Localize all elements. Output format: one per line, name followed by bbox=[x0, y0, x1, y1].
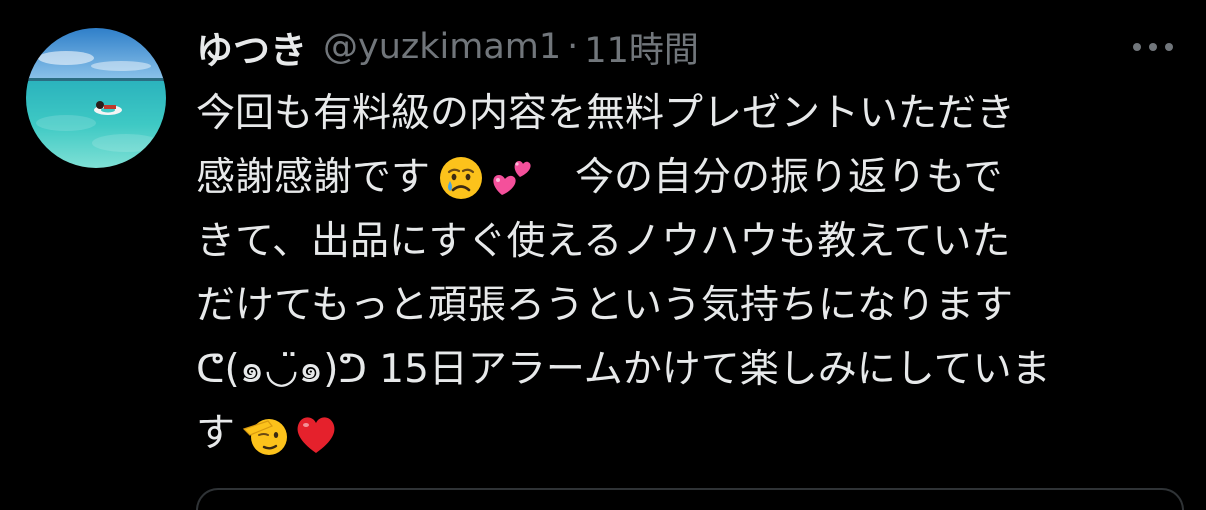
text-line-content: ᕦ(๑◡̈๑)ᕤ 15日アラームかけて楽しみにしていま bbox=[196, 347, 1051, 392]
text-line: ᕦ(๑◡̈๑)ᕤ 15日アラームかけて楽しみにしていま bbox=[196, 338, 1180, 402]
text-line-content: 今の自分の振り返りもで bbox=[536, 155, 1003, 200]
tweet-header: ゆつき @yuzkimam1 · 11時間 bbox=[196, 22, 699, 72]
text-line-content: す bbox=[196, 411, 236, 456]
two-hearts-emoji bbox=[486, 153, 536, 203]
text-line: だけてもっと頑張ろうという気持ちになります bbox=[196, 274, 1180, 338]
crying-face-emoji bbox=[436, 153, 486, 203]
display-name[interactable]: ゆつき bbox=[196, 20, 307, 74]
text-line: きて、出品にすぐ使えるノウハウも教えていた bbox=[196, 210, 1180, 274]
text-line: 今回も有料級の内容を無料プレゼントいただき bbox=[196, 82, 1180, 146]
tweet-text: 今回も有料級の内容を無料プレゼントいただき 感謝感謝です 今の自分の振り返りもで… bbox=[196, 82, 1180, 466]
saluting-face-emoji bbox=[241, 409, 291, 459]
text-line: 感謝感謝です 今の自分の振り返りもで bbox=[196, 146, 1180, 210]
timestamp[interactable]: 11時間 bbox=[584, 22, 699, 73]
quoted-card-edge bbox=[196, 488, 1184, 510]
text-line-content: きて、出品にすぐ使えるノウハウも教えていた bbox=[196, 219, 1011, 264]
text-line-content: 今回も有料級の内容を無料プレゼントいただき bbox=[196, 91, 1016, 136]
text-line-content: 感謝感謝です bbox=[196, 155, 431, 200]
separator-dot: · bbox=[567, 27, 579, 67]
tweet[interactable]: ゆつき @yuzkimam1 · 11時間 今回も有料級の内容を無料プレゼントい… bbox=[0, 0, 1206, 510]
avatar[interactable] bbox=[26, 28, 166, 168]
more-horizontal-icon bbox=[1133, 43, 1173, 51]
text-line-content: だけてもっと頑張ろうという気持ちになります bbox=[196, 283, 1014, 328]
avatar-beach-photo bbox=[26, 28, 166, 168]
more-button[interactable] bbox=[1128, 30, 1178, 64]
text-line: す bbox=[196, 402, 1180, 466]
user-handle[interactable]: @yuzkimam1 bbox=[323, 27, 561, 67]
red-heart-emoji bbox=[291, 409, 341, 459]
